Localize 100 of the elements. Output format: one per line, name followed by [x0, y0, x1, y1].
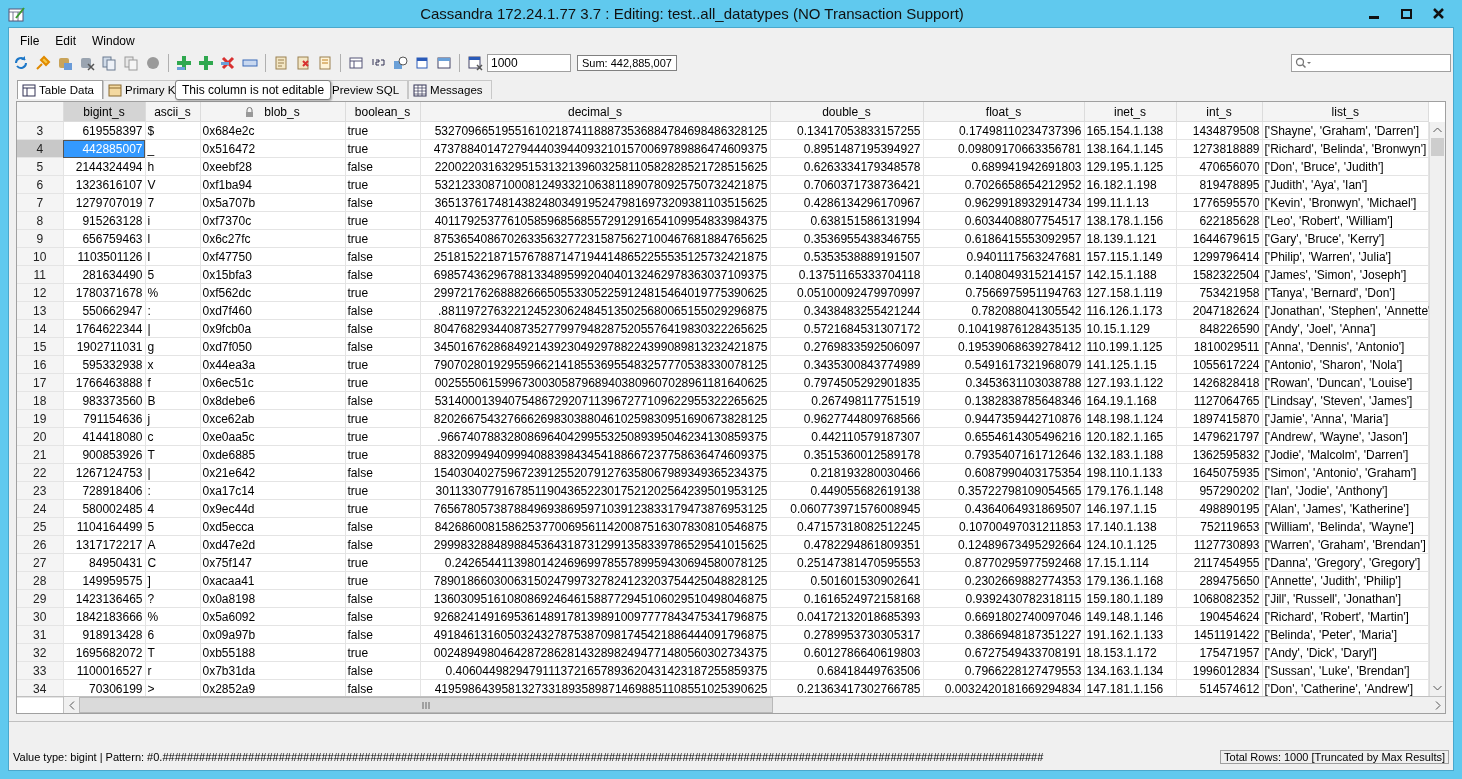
column-header[interactable]: list_s	[1262, 102, 1429, 122]
table-cell: 142.15.1.188	[1084, 265, 1176, 284]
table-cell: 0.1382838785648346	[923, 391, 1084, 410]
column-header[interactable]: bigint_s	[63, 102, 145, 122]
table-cell: 18.153.1.172	[1084, 643, 1176, 662]
table-cell: 0.4364064931869507	[923, 499, 1084, 518]
column-header[interactable]: boolean_s	[345, 102, 420, 122]
table-cell: false	[345, 247, 420, 266]
table-cell: 1317172217	[63, 535, 145, 554]
script-icon	[317, 55, 333, 71]
table-cell: 49184613160503243278753870981745421886444091796875	[420, 625, 770, 644]
table-cell: 0x75f147	[200, 553, 345, 572]
tab[interactable]: Preview SQL	[327, 80, 409, 99]
table-cell: 36513761748143824803491952479816973209381103515625	[420, 193, 770, 212]
table-cell: ['Richard', 'Belinda', 'Bronwyn']	[1262, 139, 1429, 158]
table-cell: false	[345, 463, 420, 482]
table-cell: 146.197.1.15	[1084, 499, 1176, 518]
column-header[interactable]: blob_s	[200, 102, 345, 122]
menu-item[interactable]: File	[12, 34, 48, 48]
table-cell: ['Tanya', 'Bernard', 'Don']	[1262, 283, 1429, 302]
table-cell: 0x7b31da	[200, 661, 345, 680]
table-cell: 0.689941942691803	[923, 157, 1084, 176]
table-cell: 0.6087990403175354	[923, 463, 1084, 482]
table-cell: 0.35722798109054565	[923, 481, 1084, 500]
table-cell: V	[145, 175, 200, 194]
table-cell: 116.126.1.173	[1084, 301, 1176, 320]
table-cell: 40117925377610585968568557291291654109954833984375	[420, 211, 770, 230]
maximize-icon	[1400, 8, 1412, 19]
table-cell: false	[345, 193, 420, 212]
table-cell: 0x44ea3a	[200, 355, 345, 374]
table-cell: 2144324494	[63, 157, 145, 176]
table-cell: 0.9447359442710876	[923, 409, 1084, 428]
table-cell: ['Andy', 'Joel', 'Anna']	[1262, 319, 1429, 338]
table-cell: |	[145, 463, 200, 482]
table-cell: 0x5a707b	[200, 193, 345, 212]
column-header[interactable]: ascii_s	[145, 102, 200, 122]
table-cell: 957290202	[1176, 481, 1262, 500]
table-cell: 0.12489673495292664	[923, 535, 1084, 554]
table-cell: 127.158.1.119	[1084, 283, 1176, 302]
table-cell: 0.40604498294791113721657893620431423187255859375	[420, 661, 770, 680]
table-cell: A	[145, 535, 200, 554]
table-cell: 1104164499	[63, 517, 145, 536]
column-header[interactable]: inet_s	[1084, 102, 1176, 122]
table-cell: 0.6263334179348578	[770, 157, 923, 176]
table-cell: 0.8951487195394927	[770, 139, 923, 158]
table-cell: 728918406	[63, 481, 145, 500]
table-cell: 110.199.1.125	[1084, 337, 1176, 356]
column-header[interactable]: float_s	[923, 102, 1084, 122]
calendar-icon	[414, 55, 430, 71]
table-cell: 0.3866948187351227	[923, 625, 1084, 644]
horizontal-scrollbar[interactable]	[63, 697, 1445, 713]
table-cell: 1780371678	[63, 283, 145, 302]
table-cell: ['Shayne', 'Graham', 'Darren']	[1262, 121, 1429, 140]
add-row-icon	[176, 55, 192, 71]
column-header[interactable]: double_s	[770, 102, 923, 122]
toolbar-button[interactable]	[465, 53, 485, 73]
table-cell: 34501676286849214392304929788224399089813232421875	[420, 337, 770, 356]
menu-item[interactable]: Window	[84, 34, 143, 48]
table-cell: 819478895	[1176, 175, 1262, 194]
table-cell: 179.136.1.168	[1084, 571, 1176, 590]
column-header[interactable]: int_s	[1176, 102, 1262, 122]
max-rows-field[interactable]: 1000	[487, 54, 571, 72]
table-cell: 550662947	[63, 301, 145, 320]
table-cell: $	[145, 121, 200, 140]
table-cell: false	[345, 265, 420, 284]
table-cell: 791154636	[63, 409, 145, 428]
scroll-thumb[interactable]	[1431, 138, 1444, 156]
table-cell: h	[145, 157, 200, 176]
table-cell: 0.24265441139801424696997855789959430694580078125	[420, 553, 770, 572]
table-cell: 80476829344087352779979482875205576419830322265625	[420, 319, 770, 338]
vertical-scrollbar[interactable]	[1429, 122, 1445, 696]
table-cell: 1842183666	[63, 607, 145, 626]
tab-icon	[413, 83, 428, 97]
table-cell: 120.182.1.165	[1084, 427, 1176, 446]
column-header[interactable]: decimal_s	[420, 102, 770, 122]
table-cell: 29972176268882666505533052259124815464019775390625	[420, 283, 770, 302]
table-cell: 17.15.1.114	[1084, 553, 1176, 572]
table-cell: 1299796414	[1176, 247, 1262, 266]
table-cell: true	[345, 571, 420, 590]
search-field[interactable]	[1291, 54, 1451, 72]
table-cell: ['William', 'Belinda', 'Wayne']	[1262, 517, 1429, 536]
copy-icon	[101, 55, 117, 71]
table-cell: 1644679615	[1176, 229, 1262, 248]
table-cell: false	[345, 319, 420, 338]
table-cell: 0.7974505292901835	[770, 373, 923, 392]
tab[interactable]: Table Data	[17, 80, 103, 99]
table-cell: 1055617224	[1176, 355, 1262, 374]
tab[interactable]: Messages	[408, 80, 492, 99]
table-cell: 0.04172132018685393	[770, 607, 923, 626]
table-cell: 0.13751165333704118	[770, 265, 923, 284]
table-cell: ['Annette', 'Judith', 'Philip']	[1262, 571, 1429, 590]
table-cell: 848226590	[1176, 319, 1262, 338]
table-cell: true	[345, 373, 420, 392]
table-cell: 0x516472	[200, 139, 345, 158]
table-cell: 0xb55188	[200, 643, 345, 662]
table-cell: true	[345, 211, 420, 230]
menu-item[interactable]: Edit	[47, 34, 85, 48]
table-cell: 0.3453631103038788	[923, 373, 1084, 392]
grid-icon	[348, 55, 364, 71]
table-cell: false	[345, 661, 420, 680]
